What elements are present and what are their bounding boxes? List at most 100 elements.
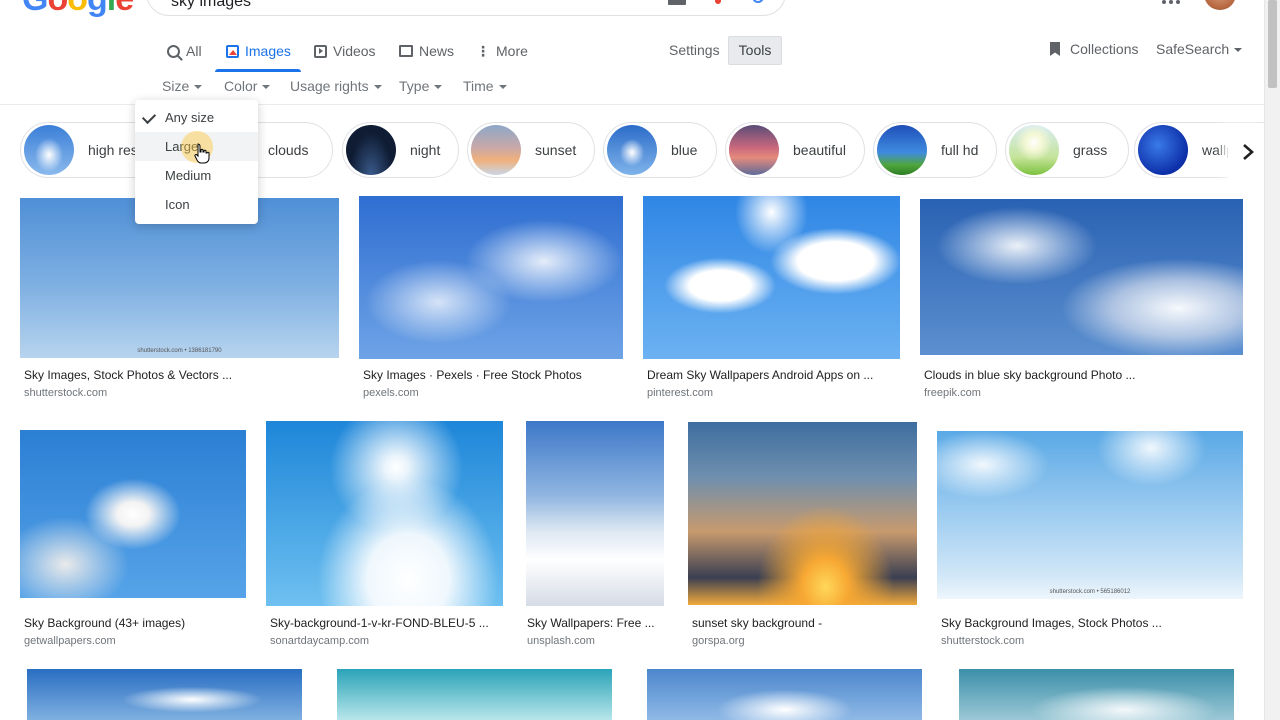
result-source[interactable]: shutterstock.com: [941, 635, 1024, 647]
result-source[interactable]: pinterest.com: [647, 387, 713, 399]
menu-item-label: Any size: [165, 110, 215, 125]
chip-label: sunset: [535, 142, 577, 158]
menu-item-any-size[interactable]: Any size: [135, 103, 258, 132]
search-icon: [167, 44, 180, 58]
chip-label: high res: [88, 142, 138, 158]
result-source[interactable]: unsplash.com: [527, 635, 595, 647]
tools-button[interactable]: Tools: [728, 36, 782, 65]
chip-thumbnail: [471, 125, 521, 175]
chip-grass[interactable]: grass: [1005, 122, 1129, 178]
chip-thumbnail: [1138, 125, 1188, 175]
caret-down-icon: [373, 85, 382, 89]
hand-cursor-icon: [194, 143, 210, 164]
caret-down-icon: [498, 85, 507, 89]
tab-all[interactable]: All: [167, 40, 202, 62]
menu-item-icon[interactable]: Icon: [135, 190, 258, 219]
result-title[interactable]: Sky Images, Stock Photos & Vectors ...: [24, 368, 254, 382]
chip-label: full hd: [941, 142, 979, 158]
result-image[interactable]: [337, 669, 612, 720]
result-image[interactable]: shutterstock.com • 565186012: [937, 431, 1243, 599]
result-image[interactable]: [920, 199, 1243, 355]
tab-news[interactable]: News: [399, 40, 454, 62]
bookmark-icon: [1050, 42, 1060, 56]
tab-images[interactable]: Images: [226, 40, 291, 62]
chip-thumbnail: [607, 125, 657, 175]
tab-videos[interactable]: Videos: [314, 40, 376, 62]
search-query[interactable]: sky images: [171, 0, 251, 11]
chip-sunset[interactable]: sunset: [467, 122, 595, 178]
usage-rights-filter[interactable]: Usage rights: [290, 78, 382, 94]
result-source[interactable]: freepik.com: [924, 387, 981, 399]
collections-link[interactable]: Collections: [1050, 41, 1138, 57]
chip-blue[interactable]: blue: [603, 122, 717, 178]
time-filter[interactable]: Time: [463, 78, 507, 94]
active-tab-indicator: [215, 69, 301, 72]
settings-link[interactable]: Settings: [669, 42, 720, 58]
size-filter-label: Size: [162, 78, 190, 94]
chevron-right-icon: [1243, 144, 1254, 160]
result-title[interactable]: Clouds in blue sky background Photo ...: [924, 368, 1224, 382]
check-icon: [141, 109, 157, 125]
result-image[interactable]: [20, 430, 246, 598]
top-bar: Google sky images: [0, 0, 1264, 18]
avatar[interactable]: [1204, 0, 1236, 10]
apps-icon[interactable]: [1162, 0, 1180, 5]
result-title[interactable]: Sky Background (43+ images): [24, 616, 244, 630]
chip-thumbnail: [1009, 125, 1059, 175]
tab-label: Videos: [333, 43, 376, 59]
result-image[interactable]: [647, 669, 922, 720]
tab-more[interactable]: ⋮ More: [476, 40, 528, 62]
result-source[interactable]: pexels.com: [363, 387, 419, 399]
time-filter-label: Time: [463, 78, 494, 94]
menu-item-label: Icon: [165, 197, 190, 212]
chip-label: grass: [1073, 142, 1108, 158]
image-icon: [226, 44, 239, 58]
scrollbar-thumb[interactable]: [1268, 0, 1277, 88]
tab-label: All: [186, 43, 202, 59]
result-image[interactable]: [27, 669, 302, 720]
result-title[interactable]: Sky Background Images, Stock Photos ...: [941, 616, 1241, 630]
lens-icon[interactable]: [752, 0, 764, 3]
watermark-text: shutterstock.com • 1386181790: [137, 348, 222, 354]
keyboard-icon[interactable]: [668, 0, 686, 5]
type-filter[interactable]: Type: [399, 78, 443, 94]
result-title[interactable]: Dream Sky Wallpapers Android Apps on ...: [647, 368, 897, 382]
result-image[interactable]: [959, 669, 1234, 720]
watermark-text: shutterstock.com • 565186012: [1049, 589, 1131, 595]
search-box[interactable]: sky images: [146, 0, 786, 16]
result-image[interactable]: [526, 421, 664, 606]
collections-label: Collections: [1070, 41, 1139, 57]
size-filter[interactable]: Size: [162, 78, 203, 94]
result-title[interactable]: Sky Images · Pexels · Free Stock Photos: [363, 368, 613, 382]
news-icon: [399, 45, 413, 57]
chip-full-hd[interactable]: full hd: [873, 122, 997, 178]
result-source[interactable]: shutterstock.com: [24, 387, 107, 399]
result-source[interactable]: getwallpapers.com: [24, 635, 116, 647]
result-title[interactable]: Sky Wallpapers: Free ...: [527, 616, 663, 630]
safesearch-dropdown[interactable]: SafeSearch: [1156, 41, 1243, 57]
result-image[interactable]: [643, 196, 900, 359]
chip-beautiful[interactable]: beautiful: [725, 122, 865, 178]
chips-next-button[interactable]: [1228, 124, 1268, 180]
caret-down-icon: [194, 85, 203, 89]
result-source[interactable]: sonartdaycamp.com: [270, 635, 369, 647]
result-image[interactable]: [266, 421, 503, 606]
result-title[interactable]: sunset sky background -: [692, 616, 912, 630]
google-logo[interactable]: Google: [22, 0, 134, 19]
chip-night[interactable]: night: [342, 122, 459, 178]
video-icon: [314, 44, 327, 58]
chip-thumbnail: [346, 125, 396, 175]
color-filter-label: Color: [224, 78, 258, 94]
type-filter-label: Type: [399, 78, 430, 94]
microphone-icon[interactable]: [715, 0, 721, 4]
more-vert-icon: ⋮: [476, 42, 490, 59]
page-scrollbar[interactable]: [1264, 0, 1280, 720]
result-title[interactable]: Sky-background-1-v-kr-FOND-BLEU-5 ...: [270, 616, 500, 630]
color-filter[interactable]: Color: [224, 78, 271, 94]
menu-item-medium[interactable]: Medium: [135, 161, 258, 190]
safesearch-label: SafeSearch: [1156, 41, 1230, 57]
result-image[interactable]: [359, 196, 623, 359]
usage-rights-filter-label: Usage rights: [290, 78, 369, 94]
result-image[interactable]: [688, 422, 917, 605]
result-source[interactable]: gorspa.org: [692, 635, 745, 647]
